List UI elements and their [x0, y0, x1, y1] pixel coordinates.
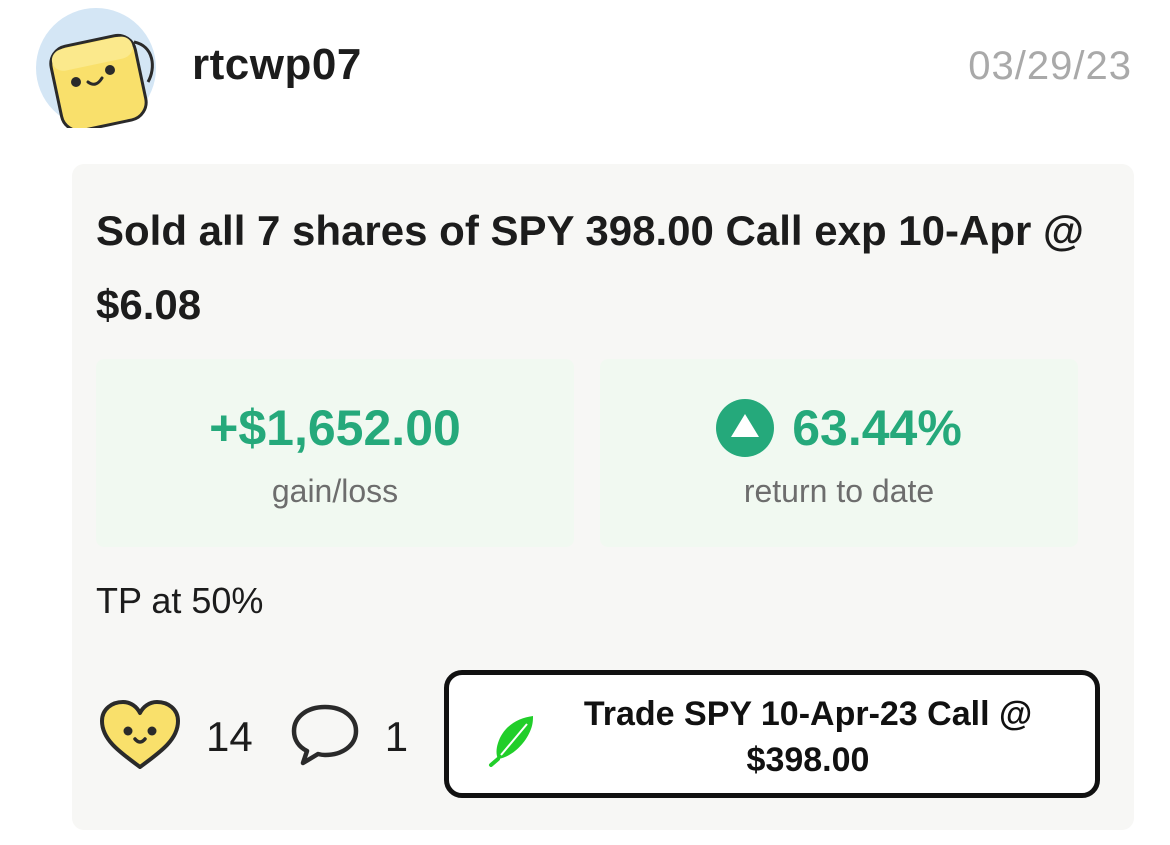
return-value: 63.44% [792, 400, 962, 456]
up-arrow-circle-icon [716, 399, 775, 457]
post-date: 03/29/23 [968, 44, 1132, 88]
trade-note: TP at 50% [96, 580, 264, 621]
gain-value-row: +$1,652.00 [96, 399, 574, 457]
yellow-smiley-block-icon [36, 8, 156, 133]
post-card: rtcwp07 03/29/23 Sold all 7 shares of SP… [0, 0, 1170, 845]
avatar[interactable] [36, 8, 156, 133]
gain-loss-panel: +$1,652.00 gain/loss [96, 359, 574, 547]
username[interactable]: rtcwp07 [192, 40, 362, 90]
like-count: 14 [206, 713, 253, 760]
gain-value: +$1,652.00 [209, 400, 461, 456]
trade-title: Sold all 7 shares of SPY 398.00 Call exp… [96, 207, 1084, 328]
gain-label: gain/loss [271, 473, 399, 509]
speech-bubble-icon[interactable] [289, 702, 361, 773]
return-panel: 63.44% return to date [600, 359, 1078, 547]
return-value-row: 63.44% [600, 399, 1078, 457]
heart-face-icon[interactable] [98, 699, 182, 776]
comment-count: 1 [384, 713, 409, 760]
trade-button[interactable]: Trade SPY 10-Apr-23 Call @ $398.00 [444, 670, 1100, 798]
robinhood-feather-icon [487, 713, 537, 767]
trade-card: Sold all 7 shares of SPY 398.00 Call exp… [72, 164, 1134, 830]
reactions-bar: 14 1 [98, 699, 408, 773]
return-label: return to date [743, 473, 935, 509]
comment-action[interactable]: 1 [289, 702, 408, 773]
trade-button-label: Trade SPY 10-Apr-23 Call @ $398.00 [583, 695, 1033, 779]
